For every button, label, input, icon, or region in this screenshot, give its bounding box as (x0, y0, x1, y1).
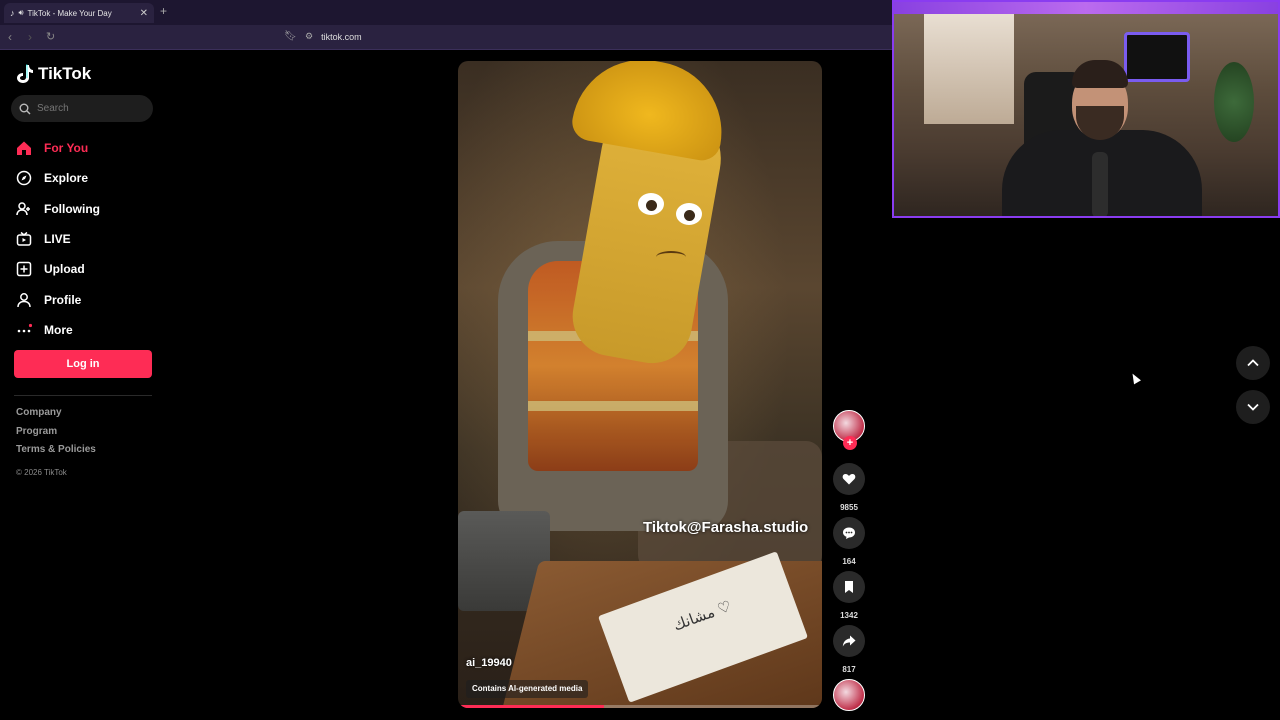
previous-video-button[interactable] (1236, 346, 1270, 380)
browser-tab[interactable]: ♪ 🔊︎ TikTok - Make Your Day ✕ (4, 3, 154, 23)
cam-plant (1214, 62, 1254, 142)
follow-plus-icon[interactable]: + (843, 436, 857, 450)
video-actions: + 9855 164 1342 817 (832, 410, 866, 711)
sound-avatar[interactable] (833, 679, 865, 711)
cam-tv (1124, 32, 1190, 82)
sidebar-item-label: Profile (44, 292, 82, 307)
video-player[interactable]: مشانك ♡ Tiktok@Farasha.studio ai_19940 C… (458, 61, 822, 708)
sidebar-item-label: Explore (44, 171, 89, 186)
like-button[interactable] (833, 463, 865, 495)
bookmark-icon[interactable]: 🔖︎ (284, 31, 297, 42)
comment-count: 164 (842, 557, 856, 566)
more-icon (17, 323, 32, 333)
browser-tabbar: ♪ 🔊︎ TikTok - Make Your Day ✕ + (0, 0, 892, 25)
live-tv-icon (16, 231, 32, 246)
user-plus-icon (16, 201, 30, 215)
sidebar-item-upload[interactable]: Upload (16, 254, 100, 284)
sidebar-divider (14, 395, 152, 396)
share-button[interactable] (833, 625, 865, 657)
streamer-webcam (892, 0, 1280, 218)
forward-icon[interactable]: › (28, 30, 32, 44)
sidebar-item-label: LIVE (44, 232, 71, 247)
like-count: 9855 (840, 503, 858, 512)
creator-avatar[interactable]: + (833, 410, 865, 450)
reload-icon[interactable]: ↻ (46, 30, 55, 43)
cam-window (924, 14, 1014, 124)
home-icon (17, 141, 31, 156)
letter-text: مشانك ♡ (671, 597, 734, 635)
next-video-button[interactable] (1236, 390, 1270, 424)
save-button[interactable] (833, 571, 865, 603)
url-text: tiktok.com (321, 31, 362, 42)
sidebar-item-label: Following (44, 201, 100, 216)
video-author[interactable]: ai_19940 (466, 657, 512, 669)
share-count: 817 (842, 665, 856, 674)
sidebar-menu: For You Explore Following LIVE Upload Pr… (16, 133, 100, 345)
user-icon (17, 292, 31, 307)
comment-icon (843, 527, 855, 539)
video-character-eye (638, 193, 664, 215)
back-icon[interactable]: ‹ (8, 30, 12, 44)
copyright: © 2026 TikTok (16, 467, 67, 477)
address-bar: ‹ › ↻ 🔖︎ ⚙ tiktok.com (0, 25, 892, 50)
cam-microphone (1092, 152, 1108, 216)
sidebar-item-label: More (44, 322, 73, 337)
sidebar-item-profile[interactable]: Profile (16, 284, 100, 314)
footer-link-company[interactable]: Company (16, 406, 96, 425)
like-action[interactable]: 9855 (832, 463, 866, 515)
video-character-mouth (656, 251, 686, 263)
footer-link-program[interactable]: Program (16, 425, 96, 444)
plus-square-icon (16, 262, 32, 277)
video-character-eye (676, 203, 702, 225)
sidebar-item-label: For You (44, 141, 89, 156)
tab-title: TikTok - Make Your Day (27, 8, 112, 18)
audio-icon[interactable]: 🔊︎ (19, 8, 24, 18)
cam-person-hair (1072, 60, 1128, 88)
footer-link-terms[interactable]: Terms & Policies (16, 443, 96, 462)
video-progress-fill (458, 705, 604, 708)
video-watermark: Tiktok@Farasha.studio (643, 519, 809, 536)
sidebar-item-label: Upload (44, 262, 85, 277)
comment-button[interactable] (833, 517, 865, 549)
chevron-down-icon (1247, 403, 1259, 411)
login-button[interactable]: Log in (14, 350, 152, 378)
cam-led-light (894, 2, 1278, 14)
sidebar-item-explore[interactable]: Explore (16, 163, 100, 193)
new-tab-button[interactable]: + (160, 4, 167, 18)
search-box[interactable] (11, 95, 153, 122)
bookmark-icon (845, 581, 853, 593)
search-input[interactable] (37, 103, 137, 114)
share-icon (842, 635, 856, 647)
compass-icon (16, 171, 32, 186)
tiktok-logo[interactable]: TikTok (16, 64, 91, 84)
mouse-cursor-icon (1129, 371, 1141, 385)
heart-icon (842, 474, 856, 485)
save-count: 1342 (840, 611, 858, 620)
sidebar-item-following[interactable]: Following (16, 194, 100, 224)
sidebar-footer: Company Program Terms & Policies © 2026 … (16, 406, 96, 480)
video-progress-bar[interactable] (458, 705, 822, 708)
sidebar-item-for-you[interactable]: For You (16, 133, 100, 163)
comment-action[interactable]: 164 (832, 517, 866, 569)
tab-close-icon[interactable]: ✕ (140, 8, 148, 19)
save-action[interactable]: 1342 (832, 571, 866, 623)
tiktok-note-icon (17, 64, 33, 83)
site-info-icon[interactable]: ⚙ (305, 31, 313, 42)
sidebar-item-more[interactable]: More (16, 315, 100, 345)
url-field[interactable]: ⚙ tiktok.com (305, 31, 362, 42)
sidebar-item-live[interactable]: LIVE (16, 224, 100, 254)
ai-generated-label: Contains AI-generated media (466, 680, 589, 698)
search-icon (19, 103, 31, 114)
tiktok-favicon-icon: ♪ (10, 8, 15, 18)
share-action[interactable]: 817 (832, 625, 866, 677)
logo-text: TikTok (38, 64, 92, 83)
chevron-up-icon (1247, 359, 1259, 367)
